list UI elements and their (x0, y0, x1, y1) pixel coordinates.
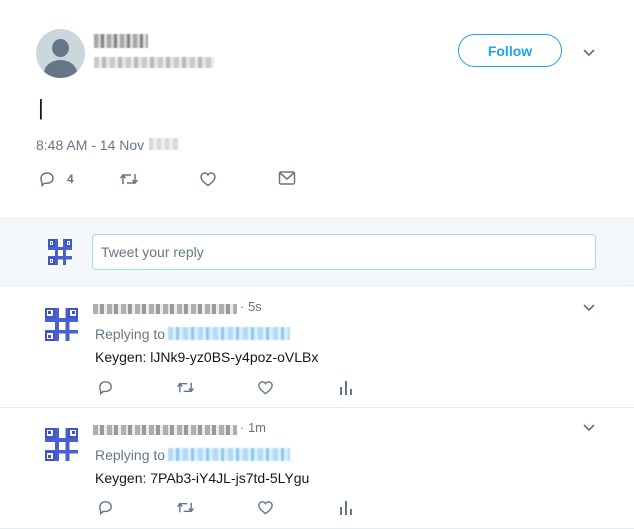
reply-text: Keygen: lJNk9-yz0BS-y4poz-oVLBx (95, 349, 319, 365)
reply-count: 4 (67, 172, 74, 186)
message-icon[interactable] (278, 170, 296, 186)
reply-author-name-blurred[interactable] (93, 425, 237, 435)
reply-tweet[interactable]: · 1m Replying to Keygen: 7PAb3-iY4JL-js7… (0, 408, 634, 529)
reply-action[interactable]: 4 (38, 170, 74, 188)
replying-to-label: Replying to (95, 326, 166, 342)
reply-composer: Tweet your reply (0, 218, 634, 286)
like-icon[interactable] (257, 499, 274, 516)
retweet-icon[interactable] (119, 170, 139, 188)
like-icon[interactable] (257, 379, 274, 396)
analytics-icon[interactable] (339, 500, 353, 516)
reply-time[interactable]: · 5s (240, 299, 262, 314)
chevron-down-icon[interactable] (582, 46, 596, 60)
follow-button[interactable]: Follow (458, 34, 562, 67)
reply-author-avatar[interactable] (45, 428, 78, 461)
tweet: Follow | 8:48 AM - 14 Nov 4 (0, 0, 634, 218)
reply-input[interactable]: Tweet your reply (92, 234, 596, 270)
reply-author-name-blurred[interactable] (93, 304, 237, 314)
like-icon[interactable] (199, 170, 217, 188)
retweet-icon[interactable] (176, 499, 195, 516)
chevron-down-icon[interactable] (582, 421, 596, 435)
replying-to-label: Replying to (95, 447, 166, 463)
analytics-icon[interactable] (339, 380, 353, 396)
tweet-body: | (38, 95, 44, 120)
reply-icon[interactable] (97, 379, 114, 396)
current-user-avatar[interactable] (48, 239, 72, 265)
replying-to-handle-blurred[interactable] (168, 448, 290, 461)
reply-icon[interactable] (97, 499, 114, 516)
reply-icon (40, 172, 54, 188)
reply-time[interactable]: · 1m (240, 420, 266, 435)
chevron-down-icon[interactable] (582, 301, 596, 315)
timestamp-year-blurred (149, 138, 179, 150)
reply-author-avatar[interactable] (45, 308, 78, 341)
retweet-icon[interactable] (176, 379, 195, 396)
author-handle-blurred[interactable] (94, 57, 214, 68)
replying-to-handle-blurred[interactable] (168, 327, 290, 340)
reply-tweet[interactable]: · 5s Replying to Keygen: lJNk9-yz0BS-y4p… (0, 287, 634, 408)
author-name-blurred[interactable] (94, 34, 148, 48)
tweet-timestamp[interactable]: 8:48 AM - 14 Nov (36, 137, 144, 153)
author-avatar[interactable] (36, 29, 85, 78)
reply-text: Keygen: 7PAb3-iY4JL-js7td-5LYgu (95, 470, 310, 486)
